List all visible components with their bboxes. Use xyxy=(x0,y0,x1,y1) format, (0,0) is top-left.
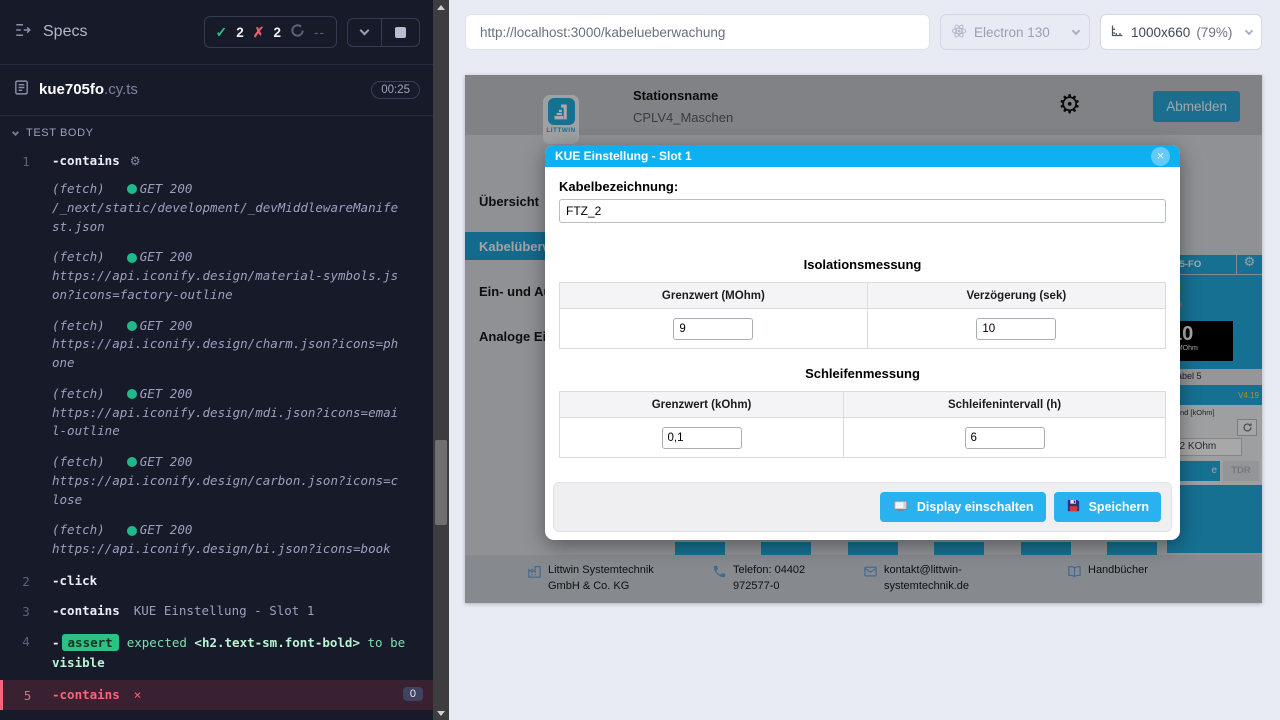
cable-name-label: Kabelbezeichnung: xyxy=(559,179,1166,194)
viewport-size: 1000x660 xyxy=(1131,25,1190,40)
modal-title: KUE Einstellung - Slot 1 xyxy=(555,149,692,163)
cypress-reporter: Specs ✓ 2 ✗ 2 -- kue705fo.cy.ts 00:25 xyxy=(0,0,433,720)
display-icon xyxy=(892,498,909,516)
test-stats: ✓ 2 ✗ 2 -- xyxy=(204,16,338,48)
specs-title: Specs xyxy=(43,23,87,41)
viewport-size-select[interactable]: 1000x660 (79%) xyxy=(1100,14,1262,50)
ruler-icon xyxy=(1110,23,1125,41)
chevron-down-icon xyxy=(1245,27,1253,35)
browser-name: Electron 130 xyxy=(974,25,1050,40)
reporter-scrollbar[interactable] xyxy=(433,0,449,720)
scrollbar-thumb[interactable] xyxy=(435,440,447,525)
network-log: (fetch)GET 200https://api.iconify.design… xyxy=(52,317,423,373)
settings-table: Grenzwert (MOhm)Verzögerung (sek) xyxy=(559,282,1166,349)
section-heading: Isolationsmessung xyxy=(559,257,1166,272)
settings-table: Grenzwert (kOhm)Schleifenintervall (h) xyxy=(559,391,1166,458)
column-header: Schleifenintervall (h) xyxy=(844,392,1166,418)
chevron-down-icon xyxy=(12,128,19,135)
command-row[interactable]: 4-assertexpected <h2.text-sm.font-bold> … xyxy=(0,626,433,680)
scroll-up-arrow[interactable] xyxy=(433,0,449,14)
test-body-label: TEST BODY xyxy=(26,127,94,139)
command-row[interactable]: 2-click xyxy=(0,566,433,596)
spec-file-icon xyxy=(13,79,30,101)
reporter-header: Specs ✓ 2 ✗ 2 -- xyxy=(0,0,433,64)
scrollbar-track[interactable] xyxy=(433,14,449,706)
value-input[interactable] xyxy=(965,427,1045,449)
url-input[interactable]: http://localhost:3000/kabelueberwachung xyxy=(465,14,930,50)
spec-extension: .cy.ts xyxy=(104,81,138,98)
assert-badge: assert xyxy=(62,634,119,651)
specs-menu-icon[interactable] xyxy=(13,21,33,44)
value-input[interactable] xyxy=(662,427,742,449)
status-dot-icon xyxy=(127,253,137,263)
passed-count: 2 xyxy=(236,25,244,40)
browser-select[interactable]: Electron 130 xyxy=(940,14,1090,50)
spec-name: kue705fo xyxy=(39,81,104,98)
command-row[interactable]: 3-containsKUE Einstellung - Slot 1 xyxy=(0,596,433,626)
stage: http://localhost:3000/kabelueberwachung … xyxy=(449,0,1280,720)
network-log: (fetch)GET 200/_next/static/development/… xyxy=(52,180,423,236)
pending-count: -- xyxy=(314,25,325,40)
stop-icon xyxy=(395,27,406,38)
modal-body: Kabelbezeichnung: Isolationsmessung Grenz… xyxy=(545,167,1180,470)
electron-icon xyxy=(951,23,967,42)
kue-settings-modal: KUE Einstellung - Slot 1 × Kabelbezeichn… xyxy=(545,145,1180,540)
gear-icon: ⚙ xyxy=(130,154,141,168)
spec-timer: 00:25 xyxy=(371,81,420,99)
status-dot-icon xyxy=(127,321,137,331)
cable-name-input[interactable] xyxy=(559,199,1166,223)
network-log: (fetch)GET 200https://api.iconify.design… xyxy=(52,385,423,441)
section-heading: Schleifenmessung xyxy=(559,366,1166,381)
failed-x-icon: ✗ xyxy=(253,24,265,41)
status-dot-icon xyxy=(127,389,137,399)
column-header: Verzögerung (sek) xyxy=(867,283,1165,309)
modal-titlebar: KUE Einstellung - Slot 1 × xyxy=(545,145,1180,167)
retry-count-badge: 0 xyxy=(403,687,423,701)
browser-bar: http://localhost:3000/kabelueberwachung … xyxy=(465,14,1262,50)
chevron-down-icon xyxy=(360,26,370,36)
save-button[interactable]: Speichern xyxy=(1054,492,1161,522)
display-on-button[interactable]: Display einschalten xyxy=(880,492,1046,522)
network-log: (fetch)GET 200https://api.iconify.design… xyxy=(52,521,423,559)
modal-footer: Display einschalten Speichern xyxy=(553,482,1172,532)
run-controls xyxy=(347,18,420,47)
chevron-down-icon xyxy=(1072,27,1080,35)
command-row[interactable]: 5-contains×0 xyxy=(0,680,433,710)
status-dot-icon xyxy=(127,184,137,194)
column-header: Grenzwert (MOhm) xyxy=(560,283,868,309)
viewport-zoom: (79%) xyxy=(1196,25,1232,40)
command-row[interactable]: 1-contains⚙(fetch)GET 200/_next/static/d… xyxy=(0,146,433,566)
scroll-down-arrow[interactable] xyxy=(433,706,449,720)
status-dot-icon xyxy=(127,526,137,536)
passed-check-icon: ✓ xyxy=(216,24,228,41)
column-header: Grenzwert (kOhm) xyxy=(560,392,844,418)
close-icon[interactable]: × xyxy=(1151,147,1170,166)
command-log: 1-contains⚙(fetch)GET 200/_next/static/d… xyxy=(0,146,433,710)
value-input[interactable] xyxy=(976,318,1056,340)
failed-count: 2 xyxy=(273,25,281,40)
value-input[interactable] xyxy=(673,318,753,340)
save-icon xyxy=(1066,498,1081,516)
spec-file-row[interactable]: kue705fo.cy.ts 00:25 xyxy=(0,65,433,115)
url-text: http://localhost:3000/kabelueberwachung xyxy=(480,25,725,40)
network-log: (fetch)GET 200https://api.iconify.design… xyxy=(52,248,423,304)
app-viewport: LITTWIN Stationsname CPLV4_Maschen ⚙ Abm… xyxy=(465,75,1262,603)
pending-refresh-icon xyxy=(290,23,305,41)
status-dot-icon xyxy=(127,457,137,467)
test-body-header[interactable]: TEST BODY xyxy=(0,116,433,146)
stop-button[interactable] xyxy=(381,19,419,46)
collapse-button[interactable] xyxy=(348,19,381,46)
network-log: (fetch)GET 200https://api.iconify.design… xyxy=(52,453,423,509)
